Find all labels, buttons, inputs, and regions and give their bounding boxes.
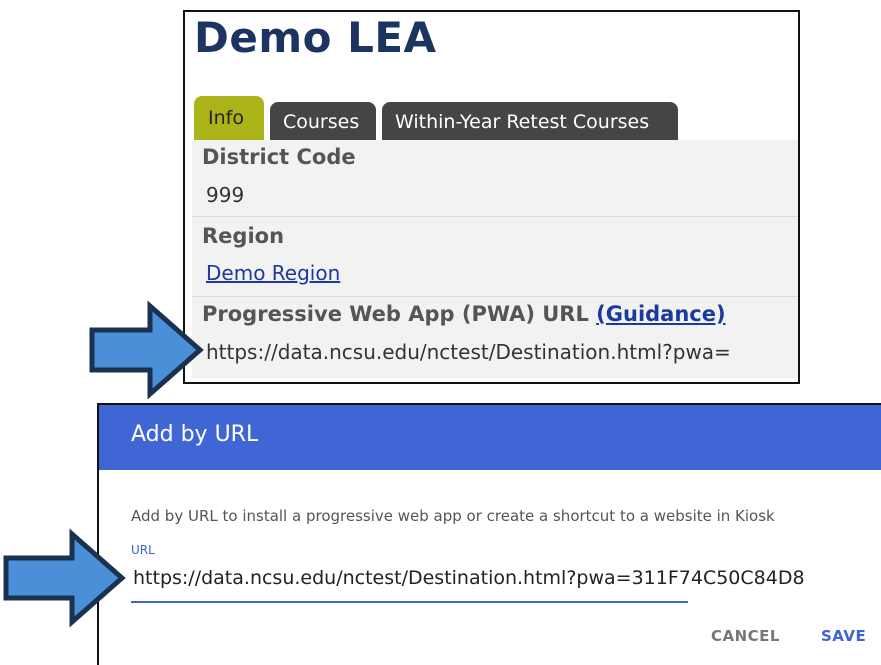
- region-row: Region Demo Region: [192, 216, 798, 297]
- tab-within-year-retest-courses[interactable]: Within-Year Retest Courses: [382, 102, 678, 140]
- tab-info[interactable]: Info: [194, 96, 264, 140]
- region-label: Region: [202, 224, 285, 248]
- pwa-url-value: https://data.ncsu.edu/nctest/Destination…: [206, 340, 731, 364]
- district-code-value: 999: [206, 183, 245, 207]
- district-code-row: District Code 999: [192, 140, 798, 217]
- page-title: Demo LEA: [194, 13, 437, 62]
- url-input-underline: [131, 601, 688, 603]
- guidance-link[interactable]: (Guidance): [596, 302, 725, 326]
- pwa-url-label: Progressive Web App (PWA) URL (Guidance): [202, 302, 726, 326]
- pwa-url-label-text: Progressive Web App (PWA) URL: [202, 302, 589, 326]
- dialog-header: Add by URL: [99, 405, 881, 470]
- district-code-label: District Code: [202, 145, 356, 169]
- save-button[interactable]: SAVE: [821, 627, 866, 645]
- url-input[interactable]: https://data.ncsu.edu/nctest/Destination…: [133, 567, 805, 589]
- add-by-url-dialog: Add by URL Add by URL to install a progr…: [97, 403, 881, 665]
- dialog-description: Add by URL to install a progressive web …: [131, 507, 775, 525]
- right-arrow-icon: [89, 300, 204, 400]
- dialog-title: Add by URL: [131, 422, 259, 447]
- url-field-label: URL: [131, 543, 155, 557]
- pwa-url-row: Progressive Web App (PWA) URL (Guidance)…: [192, 296, 798, 378]
- region-link[interactable]: Demo Region: [206, 261, 340, 285]
- right-arrow-icon: [3, 528, 126, 628]
- info-details: District Code 999 Region Demo Region Pro…: [192, 140, 798, 378]
- cancel-button[interactable]: CANCEL: [711, 627, 780, 645]
- tab-courses[interactable]: Courses: [270, 102, 376, 140]
- lea-panel: Demo LEA Info Courses Within-Year Retest…: [183, 10, 800, 384]
